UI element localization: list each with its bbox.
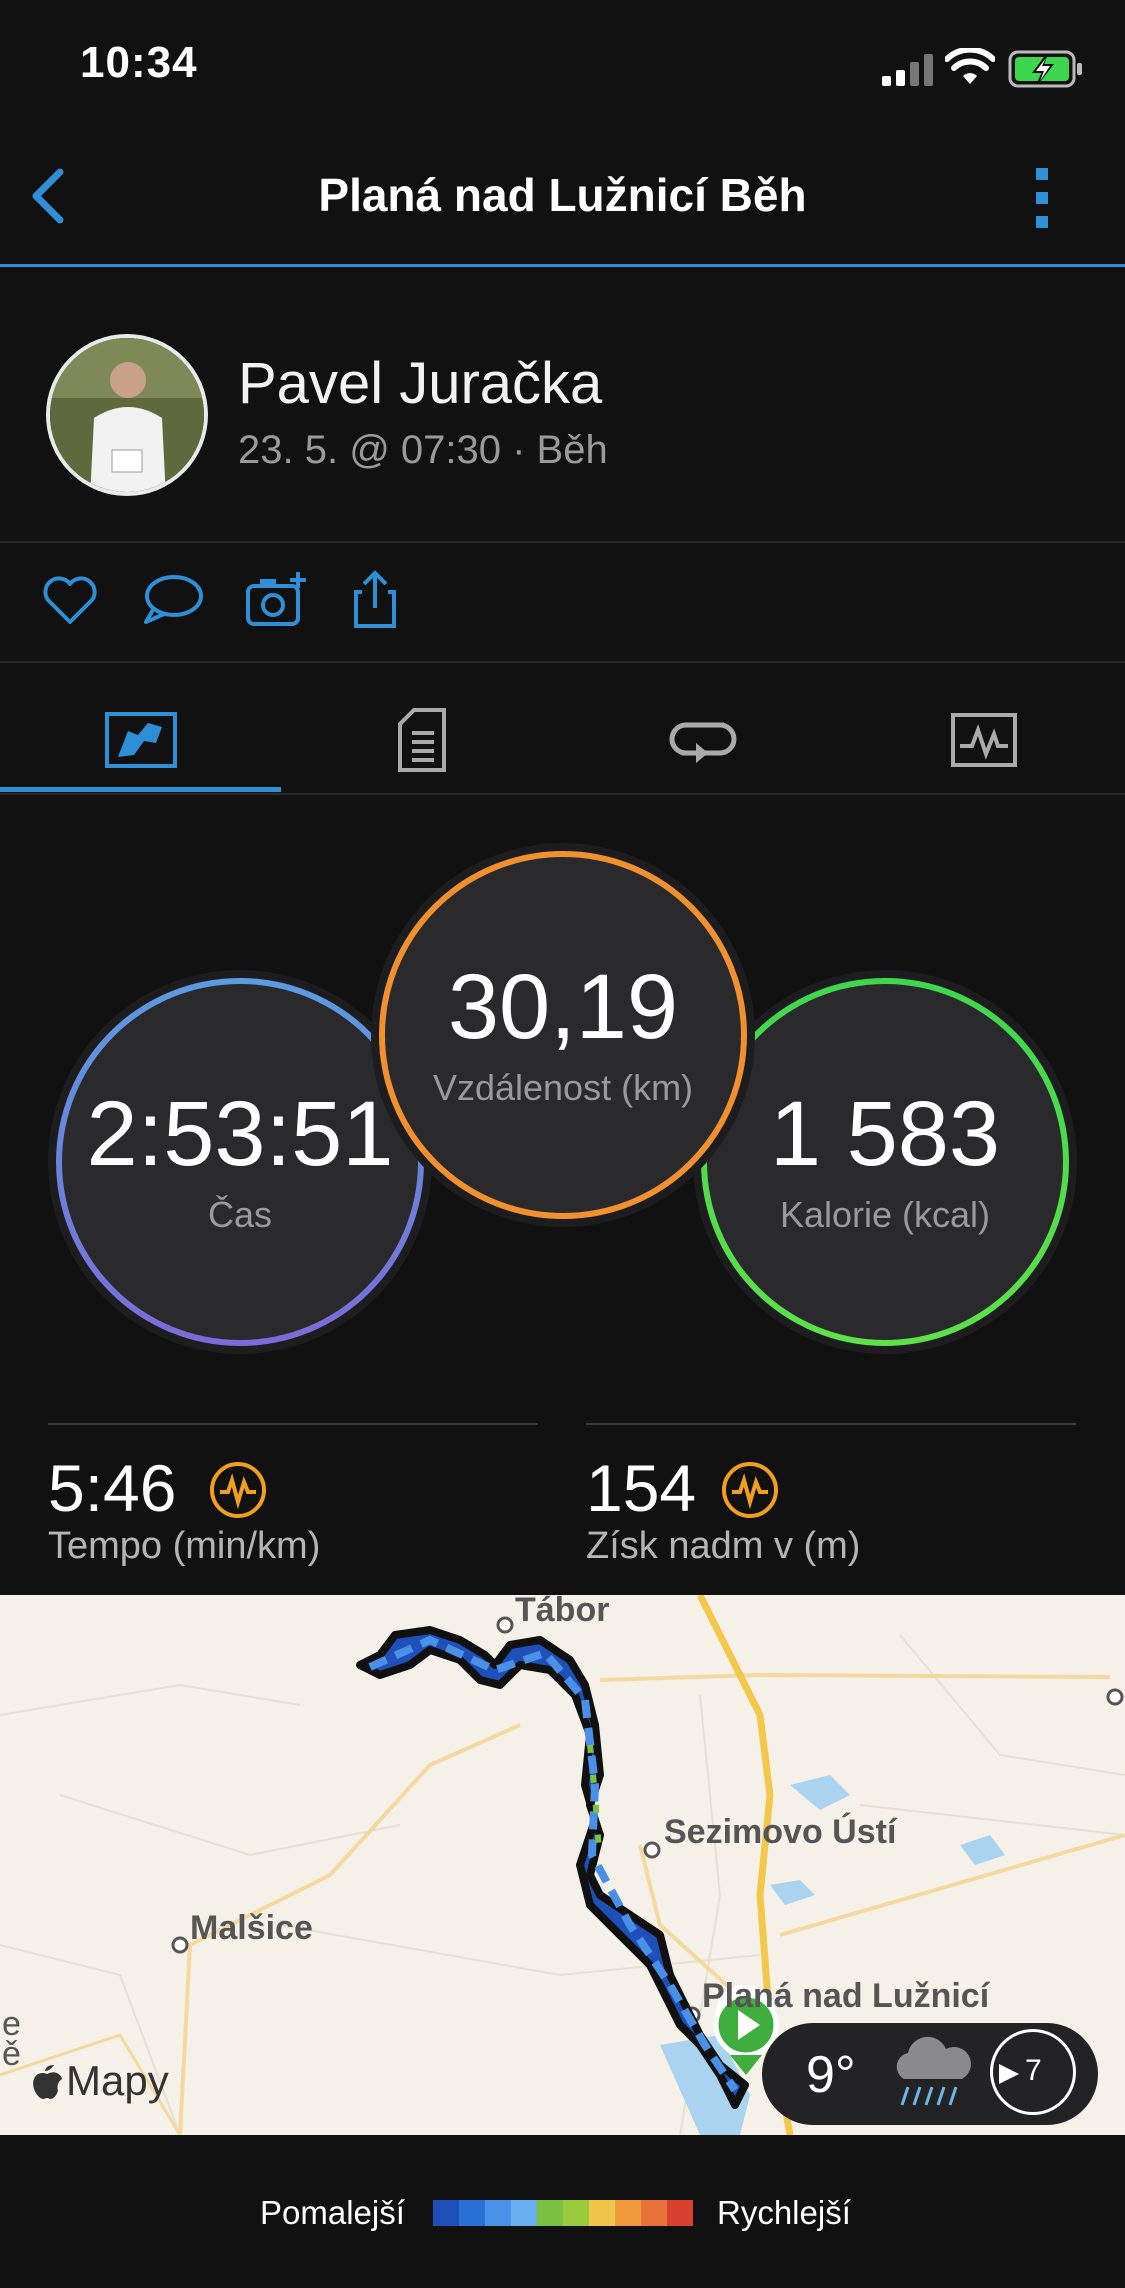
distance-label: Vzdálenost (km) <box>432 1067 694 1108</box>
weather-temp: 9° <box>806 2046 856 2104</box>
divider <box>48 1423 538 1425</box>
map-label-sezimovo: Sezimovo Ústí <box>664 1813 897 1851</box>
page-title: Planá nad Lužnicí Běh <box>318 169 807 221</box>
time-label: Čas <box>207 1194 273 1235</box>
calories-value: 1 583 <box>769 1083 1001 1185</box>
battery-icon <box>1008 50 1084 93</box>
scale-swatch <box>485 2200 511 2226</box>
divider <box>0 541 1125 543</box>
connect-iq-icon <box>720 1460 780 1525</box>
tab-laps[interactable] <box>562 690 843 790</box>
scale-swatch <box>433 2200 459 2226</box>
legend-slower-label: Pomalejší <box>260 2194 405 2231</box>
connect-iq-icon <box>208 1460 268 1525</box>
like-button[interactable] <box>40 570 100 630</box>
distance-value: 30,19 <box>447 956 679 1058</box>
tab-indicator <box>0 787 281 792</box>
calories-label: Kalorie (kcal) <box>779 1194 991 1235</box>
signal-icon <box>880 52 936 91</box>
maps-brand: Mapy <box>66 2057 169 2104</box>
document-icon <box>397 708 446 772</box>
more-options-button[interactable] <box>1030 164 1054 234</box>
route-map[interactable]: Tábor Sezimovo Ústí Malšice Planá nad Lu… <box>0 1595 1125 2135</box>
map-label-edge: ě <box>2 2035 21 2073</box>
divider <box>0 661 1125 663</box>
wind-arrow-icon <box>999 2064 1019 2084</box>
pace-value: 5:46 <box>48 1451 177 1525</box>
tab-charts[interactable] <box>843 690 1124 790</box>
map-label-malsice: Malšice <box>190 1909 313 1947</box>
time-value: 2:53:51 <box>86 1083 394 1185</box>
divider <box>586 1423 1076 1425</box>
legend-faster-label: Rychlejší <box>717 2194 851 2231</box>
wifi-icon <box>944 46 996 91</box>
tab-details[interactable] <box>281 690 562 790</box>
pace-label: Tempo (min/km) <box>48 1525 321 1567</box>
loop-icon <box>669 722 736 763</box>
scale-swatch <box>667 2200 693 2226</box>
user-name[interactable]: Pavel Juračka <box>238 350 602 417</box>
elevation-label: Získ nadm v (m) <box>586 1525 861 1567</box>
scale-swatch <box>511 2200 537 2226</box>
wind-speed: 7 <box>1025 2054 1042 2087</box>
map-label-tabor: Tábor <box>515 1595 610 1629</box>
chart-icon <box>950 713 1017 767</box>
scale-swatch <box>563 2200 589 2226</box>
avatar[interactable] <box>46 334 208 496</box>
summary-icon <box>104 712 177 768</box>
elevation-value: 154 <box>586 1451 697 1525</box>
activity-meta: 23. 5. @ 07:30 · Běh <box>238 428 608 472</box>
status-time: 10:34 <box>80 38 198 87</box>
scale-swatch <box>615 2200 641 2226</box>
scale-swatch <box>641 2200 667 2226</box>
wind-dial: 7 <box>990 2029 1076 2115</box>
apple-logo-icon <box>33 2065 62 2099</box>
distance-ring: 30,19 Vzdálenost (km) <box>371 843 755 1227</box>
scale-swatch <box>537 2200 563 2226</box>
weather-widget[interactable]: 9° 7 <box>762 2023 1098 2125</box>
divider <box>0 793 1125 795</box>
maps-attribution[interactable]: Mapy <box>30 2057 169 2105</box>
add-photo-button[interactable] <box>244 570 306 630</box>
comment-button[interactable] <box>140 570 203 630</box>
share-button[interactable] <box>350 570 410 630</box>
tab-summary[interactable] <box>0 690 281 790</box>
map-label-plana: Planá nad Lužnicí <box>702 1977 990 2015</box>
rain-cloud-icon <box>886 2035 976 2120</box>
scale-swatch <box>459 2200 485 2226</box>
pace-color-scale <box>433 2200 693 2226</box>
scale-swatch <box>589 2200 615 2226</box>
nav-divider <box>0 264 1125 267</box>
